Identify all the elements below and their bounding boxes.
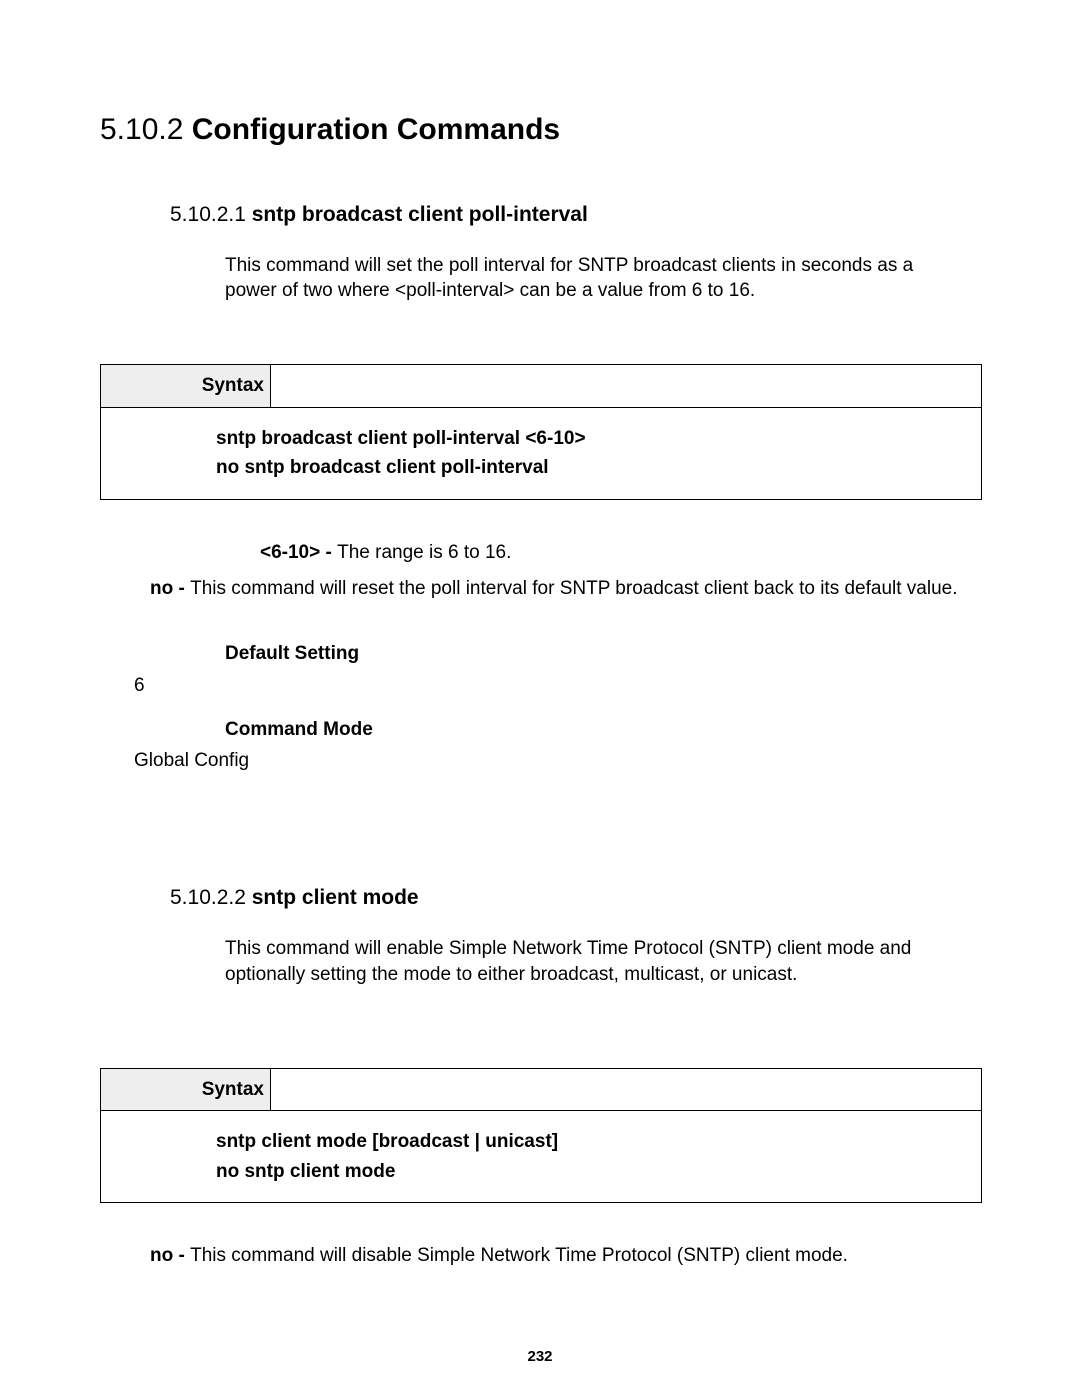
subsection-2-title: sntp client mode	[252, 886, 419, 909]
syntax-line: no sntp broadcast client poll-interval	[216, 455, 981, 481]
parameters-block-1: <6-10> - The range is 6 to 16. no - This…	[100, 540, 980, 774]
syntax-line: no sntp client mode	[216, 1159, 981, 1185]
subsection-1-number: 5.10.2.1	[170, 203, 246, 226]
param-text: The range is 6 to 16.	[337, 542, 511, 563]
param-range: <6-10> - The range is 6 to 16.	[100, 540, 980, 566]
syntax-line: sntp client mode [broadcast | unicast]	[216, 1129, 981, 1155]
default-setting-label: Default Setting	[100, 641, 980, 667]
section-title: Configuration Commands	[192, 113, 560, 146]
subsection-heading-1: 5.10.2.1 sntp broadcast client poll-inte…	[100, 201, 980, 229]
syntax-body-2: sntp client mode [broadcast | unicast] n…	[101, 1110, 981, 1202]
no-text: This command will disable Simple Network…	[190, 1245, 848, 1266]
command-mode-value: Global Config	[100, 748, 980, 774]
subsection-1-title: sntp broadcast client poll-interval	[252, 203, 588, 226]
syntax-body-1: sntp broadcast client poll-interval <6-1…	[101, 407, 981, 499]
syntax-box-2: Syntax sntp client mode [broadcast | uni…	[100, 1068, 982, 1204]
no-label: no -	[150, 578, 190, 599]
no-text: This command will reset the poll interva…	[190, 578, 957, 599]
section-number: 5.10.2	[100, 113, 183, 146]
subsection-2-description: This command will enable Simple Network …	[100, 936, 980, 987]
no-description-1: no - This command will reset the poll in…	[100, 576, 980, 602]
subsection-1-description: This command will set the poll interval …	[100, 253, 980, 304]
subsection-heading-2: 5.10.2.2 sntp client mode	[100, 884, 980, 912]
syntax-label-2: Syntax	[101, 1069, 271, 1112]
command-mode-label: Command Mode	[100, 717, 980, 743]
default-setting-value: 6	[100, 673, 980, 699]
syntax-label-1: Syntax	[101, 365, 271, 408]
param-label: <6-10> -	[260, 542, 337, 563]
page-number: 232	[0, 1347, 1080, 1367]
no-description-2: no - This command will disable Simple Ne…	[100, 1243, 980, 1269]
no-label: no -	[150, 1245, 190, 1266]
document-page: 5.10.2 Configuration Commands 5.10.2.1 s…	[0, 0, 1080, 1397]
subsection-2-number: 5.10.2.2	[170, 886, 246, 909]
syntax-line: sntp broadcast client poll-interval <6-1…	[216, 426, 981, 452]
section-heading: 5.10.2 Configuration Commands	[100, 110, 980, 151]
syntax-box-1: Syntax sntp broadcast client poll-interv…	[100, 364, 982, 500]
